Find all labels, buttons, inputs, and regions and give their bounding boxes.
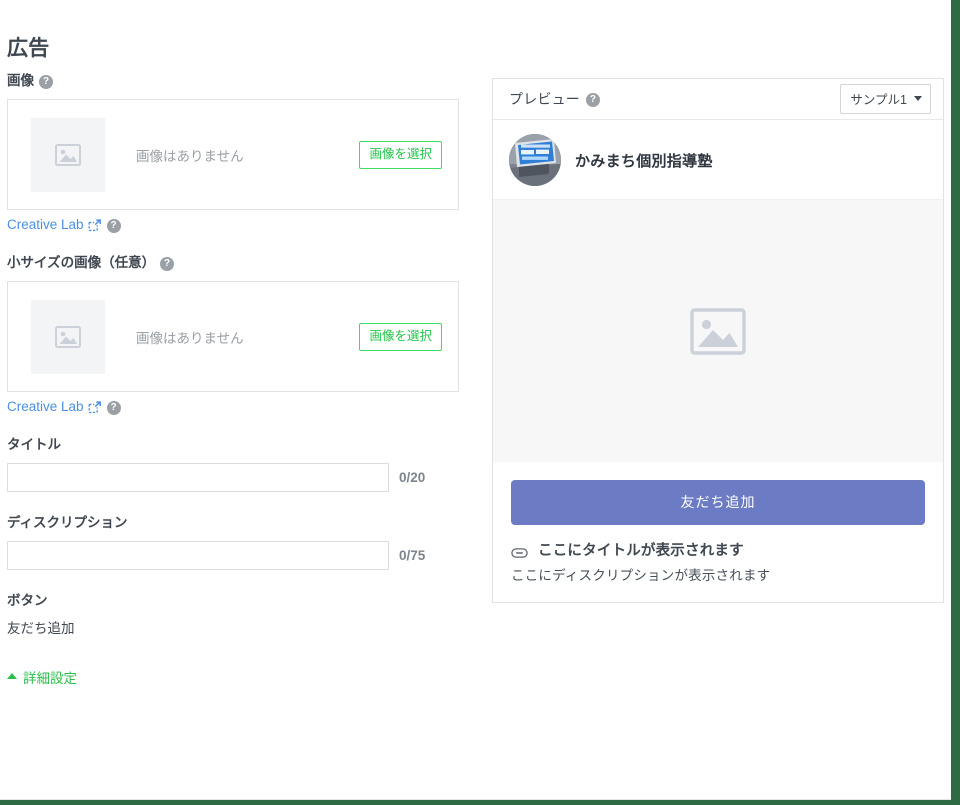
preview-image-placeholder [493, 199, 943, 462]
small-image-dropzone[interactable]: 画像はありません 画像を選択 [7, 281, 459, 392]
description-input[interactable] [7, 541, 389, 570]
advanced-settings-label: 詳細設定 [23, 671, 77, 686]
external-link-icon [88, 219, 101, 232]
preview-ad-description: ここにディスクリプションが表示されます [511, 568, 771, 583]
link-pill-icon [511, 545, 528, 558]
preview-profile-row: かみまち個別指導塾 [493, 120, 943, 199]
description-input-row: 0/75 [7, 541, 459, 570]
help-circle-icon[interactable]: ? [586, 93, 600, 107]
browser-chrome-right-edge [951, 0, 960, 805]
creative-lab-row-small: Creative Lab ? [7, 399, 459, 415]
preview-header: プレビュー ? サンプル1 [493, 79, 943, 120]
caret-down-icon [914, 96, 922, 101]
creative-lab-link[interactable]: Creative Lab [7, 217, 101, 232]
advanced-settings-toggle[interactable]: 詳細設定 [7, 667, 77, 687]
small-image-placeholder-thumb [31, 299, 105, 374]
help-circle-icon[interactable]: ? [106, 218, 121, 233]
browser-chrome-bottom-edge [0, 800, 960, 805]
help-circle-icon[interactable]: ? [160, 257, 175, 271]
small-image-field-label: 小サイズの画像（任意） ? [7, 254, 459, 272]
small-image-empty-text: 画像はありません [136, 330, 244, 346]
external-link-icon [88, 401, 101, 414]
image-placeholder-icon [55, 143, 81, 166]
image-dropzone[interactable]: 画像はありません 画像を選択 [7, 99, 459, 210]
image-placeholder-icon [55, 325, 81, 348]
title-field-label-text: タイトル [7, 437, 61, 452]
preview-ad-title-row: ここにタイトルが表示されます [511, 539, 925, 560]
sample-select-value: サンプル1 [850, 93, 907, 107]
preview-title-text: プレビュー [509, 91, 580, 107]
creative-lab-link-text: Creative Lab [7, 399, 84, 414]
caret-up-icon [7, 673, 17, 679]
creative-lab-row: Creative Lab ? [7, 217, 459, 233]
image-field-label: 画像 ? [7, 72, 459, 90]
title-input-row: 0/20 [7, 463, 459, 492]
page-title: 広告 [7, 37, 50, 61]
small-image-field-label-text: 小サイズの画像（任意） [7, 255, 156, 270]
help-circle-icon[interactable]: ? [39, 75, 53, 89]
title-char-counter: 0/20 [399, 470, 426, 485]
help-circle-icon[interactable]: ? [106, 400, 121, 415]
ad-form-column: 画像 ? 画像はありません 画像を選択 Creative Lab ? 小サイズの… [7, 72, 459, 687]
creative-lab-link[interactable]: Creative Lab [7, 399, 101, 414]
button-field-label-text: ボタン [7, 593, 48, 608]
ad-settings-page: 広告 画像 ? 画像はありません 画像を選択 Creative Lab ? 小サ… [0, 0, 960, 805]
image-placeholder-icon [690, 307, 746, 355]
shop-name: かみまち個別指導塾 [575, 152, 713, 170]
description-field-label-text: ディスクリプション [7, 515, 128, 530]
preview-header-title: プレビュー ? [509, 89, 600, 109]
cta-button[interactable]: 友だち追加 [511, 480, 925, 525]
preview-panel: プレビュー ? サンプル1 かみまち個別指導塾 友だち追加 ここにタイトルが表示… [492, 78, 944, 603]
avatar [509, 134, 561, 186]
image-empty-text: 画像はありません [136, 148, 244, 164]
description-char-counter: 0/75 [399, 548, 426, 563]
select-image-button[interactable]: 画像を選択 [359, 140, 442, 169]
creative-lab-link-text: Creative Lab [7, 217, 84, 232]
title-field-label: タイトル [7, 436, 459, 454]
title-input[interactable] [7, 463, 389, 492]
select-small-image-button[interactable]: 画像を選択 [359, 322, 442, 351]
shop-avatar-image [509, 134, 561, 186]
image-field-label-text: 画像 [7, 73, 34, 88]
preview-ad-title: ここにタイトルが表示されます [538, 543, 744, 559]
button-field-value: 友だち追加 [7, 621, 75, 636]
sample-select-dropdown[interactable]: サンプル1 [840, 84, 931, 114]
preview-body: 友だち追加 ここにタイトルが表示されます ここにディスクリプションが表示されます [493, 462, 943, 602]
image-placeholder-thumb [31, 117, 105, 192]
description-field-label: ディスクリプション [7, 514, 459, 532]
button-field-label: ボタン [7, 592, 459, 610]
